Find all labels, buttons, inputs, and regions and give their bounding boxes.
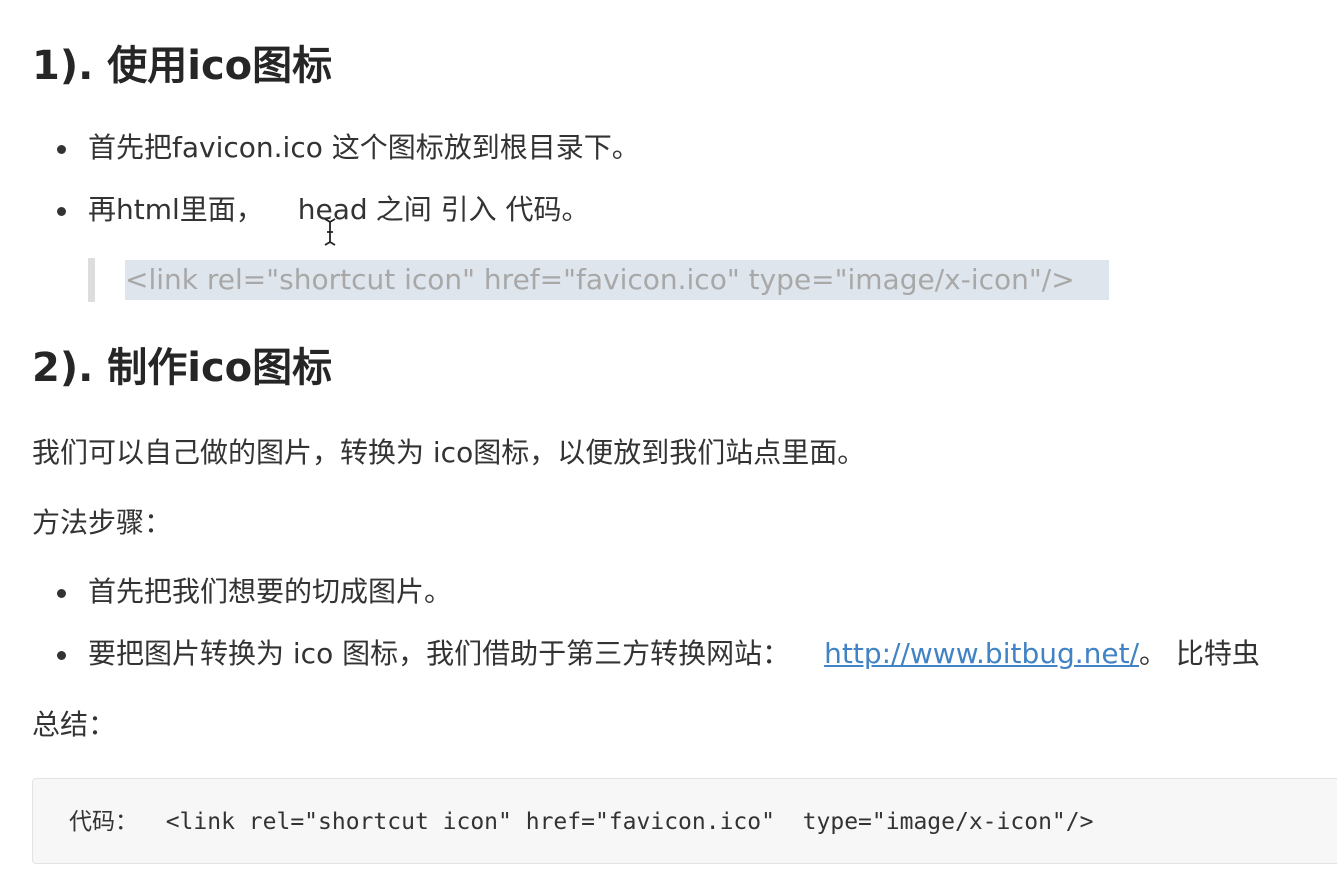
document-page: 1). 使用ico图标 首先把favicon.ico 这个图标放到根目录下。 再…	[0, 0, 1337, 889]
code-block: 代码： <link rel="shortcut icon" href="favi…	[32, 778, 1337, 864]
list-item: 再html里面， head 之间 引入 代码。	[57, 190, 590, 230]
steps-label: 方法步骤：	[32, 506, 173, 539]
section-heading-use-ico: 1). 使用ico图标	[32, 43, 333, 89]
code-quote-text[interactable]: <link rel="shortcut icon" href="favicon.…	[125, 260, 1109, 300]
list-item: 要把图片转换为 ico 图标，我们借助于第三方转换网站： http://www.b…	[57, 634, 1260, 674]
list-item: 首先把我们想要的切成图片。	[56, 572, 453, 612]
section-heading-make-ico: 2). 制作ico图标	[32, 345, 333, 391]
intro-paragraph: 我们可以自己做的图片，转换为 ico图标，以便放到我们站点里面。	[32, 436, 866, 469]
bitbug-link[interactable]: http://www.bitbug.net/	[824, 637, 1139, 670]
code-block-text[interactable]: 代码： <link rel="shortcut icon" href="favi…	[69, 803, 1093, 841]
list-item-text-after: 之间 引入 代码。	[375, 193, 590, 226]
text-cursor-icon	[324, 218, 336, 246]
list-item-text: 首先把我们想要的切成图片。	[88, 575, 453, 608]
list-item-text: 要把图片转换为 ico 图标，我们借助于第三方转换网站：	[88, 637, 791, 670]
list-item-text: 首先把favicon.ico 这个图标放到根目录下。	[88, 131, 640, 164]
list-item-text: 再html里面，	[88, 193, 264, 226]
list-item-text-after: 。 比特虫	[1139, 637, 1260, 670]
summary-label: 总结：	[32, 708, 117, 741]
code-quote: <link rel="shortcut icon" href="favicon.…	[88, 258, 1109, 302]
list-item: 首先把favicon.ico 这个图标放到根目录下。	[57, 128, 640, 168]
